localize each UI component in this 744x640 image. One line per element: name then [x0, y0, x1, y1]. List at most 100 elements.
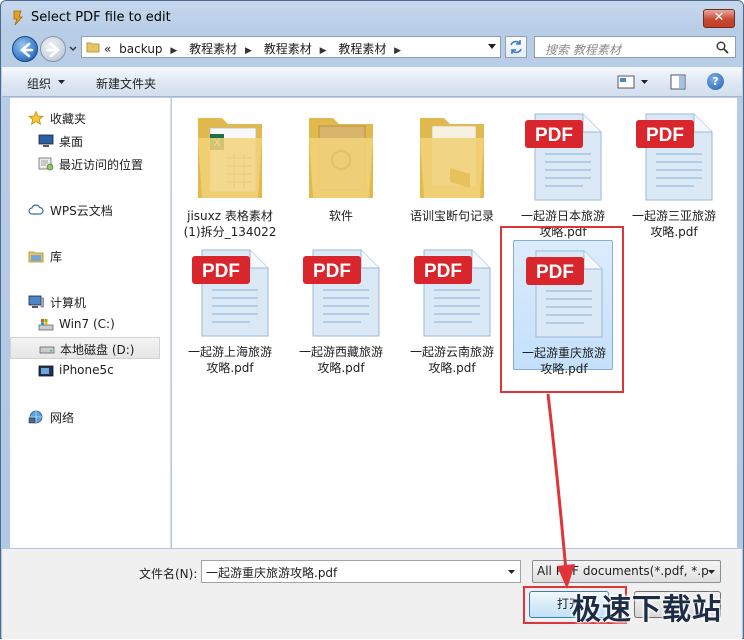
system-drive-icon	[38, 319, 54, 331]
chevron-right-icon[interactable]: ▶	[320, 46, 327, 56]
star-icon	[28, 111, 44, 125]
filename-label: 文件名(N):	[139, 567, 198, 581]
breadcrumb-item[interactable]: 教程素材	[264, 40, 312, 57]
address-bar[interactable]: « backup ▶ 教程素材 ▶ 教程素材 ▶ 教程素材 ▶	[81, 36, 501, 58]
chevron-right-icon[interactable]: ▶	[394, 46, 401, 56]
sidebar-item-wps-cloud[interactable]: WPS云文档	[10, 199, 160, 221]
sidebar-item-label: 最近访问的位置	[59, 158, 144, 172]
folder-icon	[420, 118, 484, 198]
breadcrumb-item[interactable]: 教程素材	[189, 40, 237, 57]
sidebar-item-computer[interactable]: 计算机	[10, 291, 160, 313]
forward-button[interactable]	[40, 36, 66, 62]
sidebar-item-label: Win7 (C:)	[59, 317, 115, 331]
file-item[interactable]: PDF 一起游三亚旅游 攻略.pdf	[624, 104, 724, 239]
chevron-down-icon[interactable]	[58, 80, 65, 84]
refresh-button[interactable]	[505, 36, 527, 58]
sidebar-item-iphone[interactable]: iPhone5c	[10, 360, 160, 382]
filetype-value: All PDF documents(*.pdf, *.p	[537, 564, 709, 578]
change-view-icon[interactable]	[617, 75, 635, 89]
sidebar-item-recent-places[interactable]: 最近访问的位置	[10, 153, 160, 175]
file-dialog-window: Select PDF file to edit ✕ « backup ▶ 教程素…	[0, 0, 744, 639]
filename-value[interactable]: 一起游重庆旅游攻略.pdf	[206, 564, 337, 581]
sidebar-item-drive-d[interactable]: 本地磁盘 (D:)	[10, 337, 160, 359]
pdf-file-icon: PDF	[525, 113, 602, 201]
breadcrumb-overflow[interactable]: «	[104, 42, 111, 56]
chevron-right-icon[interactable]: ▶	[245, 46, 252, 56]
file-name: 语训宝断句记录	[409, 209, 494, 223]
navigation-pane: 收藏夹 桌面 最近访问的位置 WPS云文档 库 计算机 Win7 (C:) 本地…	[10, 98, 171, 548]
sidebar-item-favorites[interactable]: 收藏夹	[10, 107, 160, 129]
sidebar-item-drive-c[interactable]: Win7 (C:)	[10, 314, 160, 336]
breadcrumb-item[interactable]: backup	[119, 42, 162, 56]
svg-text:PDF: PDF	[424, 261, 462, 282]
preview-pane-icon[interactable]	[670, 74, 686, 90]
svg-text:PDF: PDF	[535, 125, 573, 146]
recent-places-icon	[38, 157, 54, 171]
search-box[interactable]: 搜索 教程素材	[534, 36, 736, 58]
title-bar[interactable]: Select PDF file to edit ✕	[1, 1, 743, 33]
pdf-file-icon: PDF	[636, 113, 713, 201]
sidebar-item-desktop[interactable]: 桌面	[10, 130, 160, 152]
sidebar-item-libraries[interactable]: 库	[10, 245, 160, 267]
file-name: 软件	[328, 209, 353, 223]
window-title: Select PDF file to edit	[31, 10, 171, 25]
sidebar-item-label: 网络	[50, 411, 75, 425]
search-input[interactable]: 搜索 教程素材	[545, 41, 621, 58]
pdf-file-icon: PDF	[303, 249, 380, 337]
back-arrow-icon	[20, 42, 34, 58]
file-item[interactable]: 软件	[291, 104, 391, 234]
computer-icon	[28, 295, 44, 308]
sidebar-item-label: 本地磁盘 (D:)	[60, 343, 135, 357]
file-item[interactable]: PDF 一起游西藏旅游 攻略.pdf	[291, 240, 391, 375]
sidebar-item-label: 计算机	[50, 296, 87, 310]
phone-icon	[38, 365, 54, 377]
recent-locations-dropdown-icon[interactable]	[68, 42, 78, 54]
cloud-icon	[28, 204, 44, 215]
file-item[interactable]: PDF 一起游上海旅游 攻略.pdf	[180, 240, 280, 375]
file-item[interactable]: X jisuxz 表格素材(1)拆分_134022	[180, 104, 280, 239]
organize-button[interactable]: 组织	[27, 75, 51, 92]
file-item[interactable]: PDF 一起游日本旅游 攻略.pdf	[513, 104, 613, 239]
sidebar-item-label: WPS云文档	[50, 204, 113, 218]
pdf-file-icon: PDF	[192, 249, 269, 337]
drive-icon	[39, 346, 55, 354]
chevron-right-icon[interactable]: ▶	[170, 46, 177, 56]
sidebar-item-network[interactable]: 网络	[10, 406, 160, 428]
file-name: 一起游西藏旅游 攻略.pdf	[298, 345, 383, 375]
app-icon	[13, 10, 23, 26]
folder-icon	[86, 42, 100, 53]
folder-icon: X	[198, 118, 262, 198]
sidebar-item-label: 桌面	[59, 135, 84, 149]
filename-field[interactable]: 一起游重庆旅游攻略.pdf	[201, 560, 521, 583]
sidebar-item-label: 库	[50, 250, 63, 264]
file-name: 一起游三亚旅游 攻略.pdf	[631, 209, 716, 239]
breadcrumb-item[interactable]: 教程素材	[338, 40, 386, 57]
file-item[interactable]: 语训宝断句记录	[402, 104, 502, 234]
desktop-icon	[38, 134, 54, 147]
svg-text:PDF: PDF	[202, 261, 240, 282]
refresh-icon	[510, 40, 522, 54]
file-list: X jisuxz 表格素材(1)拆分_134022 软件	[172, 98, 737, 548]
svg-text:PDF: PDF	[646, 125, 684, 146]
svg-text:PDF: PDF	[313, 261, 351, 282]
annotation-highlight-box	[500, 226, 624, 393]
new-folder-button[interactable]: 新建文件夹	[96, 75, 156, 92]
pdf-file-icon: PDF	[414, 249, 491, 337]
file-name: 一起游上海旅游 攻略.pdf	[187, 345, 272, 375]
file-item[interactable]: PDF 一起游云南旅游 攻略.pdf	[402, 240, 502, 375]
close-button[interactable]: ✕	[703, 9, 735, 28]
watermark-text: 极速下载站	[572, 592, 723, 626]
chevron-down-icon[interactable]	[641, 80, 648, 84]
filetype-select[interactable]: All PDF documents(*.pdf, *.p	[532, 560, 721, 583]
chevron-down-icon[interactable]	[508, 570, 515, 574]
library-icon	[28, 251, 44, 263]
folder-icon	[309, 118, 373, 198]
back-button[interactable]	[12, 36, 38, 62]
command-toolbar: 组织 新建文件夹 ?	[2, 67, 742, 97]
chevron-down-icon[interactable]	[488, 44, 496, 50]
sidebar-item-label: iPhone5c	[59, 363, 114, 377]
search-icon[interactable]	[716, 41, 729, 54]
chevron-down-icon[interactable]	[708, 570, 715, 574]
network-icon	[28, 410, 43, 424]
help-button[interactable]: ?	[707, 73, 724, 90]
